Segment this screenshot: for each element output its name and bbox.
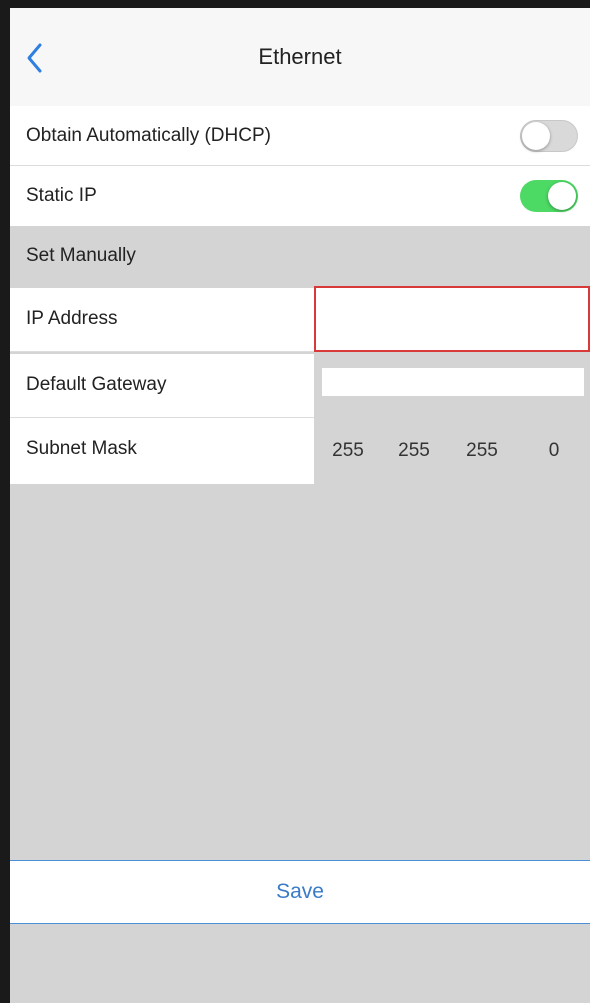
dhcp-label: Obtain Automatically (DHCP) [26,125,271,146]
subnet-mask-octet-3[interactable]: 255 [450,420,514,482]
save-bar: Save [10,860,590,924]
ip-address-label: IP Address [26,308,118,329]
save-button[interactable]: Save [10,861,590,923]
static-ip-toggle[interactable] [520,180,578,212]
page-title: Ethernet [258,44,342,69]
default-gateway-row: Default Gateway [10,354,314,418]
subnet-mask-octet-4[interactable]: 0 [522,420,586,482]
dhcp-row[interactable]: Obtain Automatically (DHCP) [10,106,590,166]
subnet-mask-label: Subnet Mask [26,438,137,459]
dhcp-toggle[interactable] [520,120,578,152]
set-manually-header: Set Manually [10,226,590,286]
default-gateway-input[interactable] [322,368,584,396]
subnet-mask-octet-1[interactable]: 255 [316,420,380,482]
default-gateway-label: Default Gateway [26,374,167,395]
static-ip-label: Static IP [26,185,97,206]
subnet-mask-row: Subnet Mask [10,418,314,484]
toggle-knob [548,182,576,210]
static-ip-row[interactable]: Static IP [10,166,590,226]
ethernet-settings-screen: Ethernet Obtain Automatically (DHCP) Sta… [0,0,590,1003]
section-title: Set Manually [26,245,136,266]
navigation-bar: Ethernet [10,8,590,107]
subnet-mask-octet-2[interactable]: 255 [382,420,446,482]
ip-address-row: IP Address [10,288,314,352]
toggle-knob [522,122,550,150]
ip-address-input[interactable] [314,286,590,352]
